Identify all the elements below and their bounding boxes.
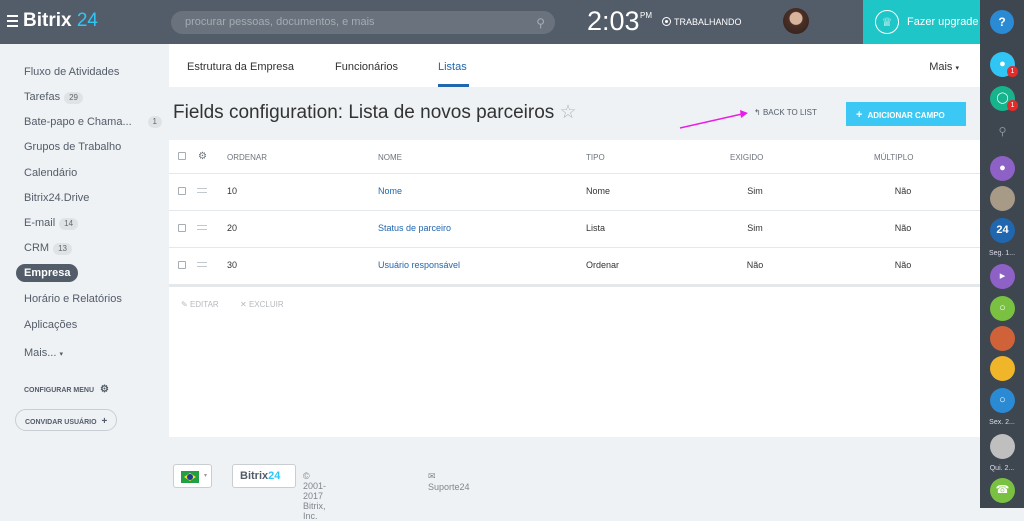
lock-icon[interactable]: ○ bbox=[990, 296, 1015, 321]
search-icon: ⚲ bbox=[536, 16, 545, 30]
chevron-down-icon: ▾ bbox=[955, 65, 959, 72]
contact-avatar[interactable] bbox=[990, 186, 1015, 211]
field-name-link[interactable]: Usuário responsável bbox=[378, 260, 460, 270]
back-icon: ↰ bbox=[754, 108, 761, 117]
invite-users-button[interactable]: CONVIDAR USUÁRIO + bbox=[15, 409, 118, 431]
recent-date: Qui. 2... bbox=[989, 465, 1015, 472]
upgrade-button[interactable]: ♕ Fazer upgrade bbox=[863, 0, 980, 44]
sidebar-item-activity[interactable]: Fluxo de Atividades bbox=[16, 63, 127, 81]
plus-icon: + bbox=[856, 109, 863, 121]
top-header: Bitrix 24 procurar pessoas, documentos, … bbox=[0, 0, 980, 44]
sidebar-item-crm[interactable]: CRM 13 bbox=[16, 239, 80, 257]
row-checkbox[interactable] bbox=[178, 187, 186, 195]
language-selector[interactable]: ▾ bbox=[173, 464, 212, 488]
table-row[interactable]: 20 Status de parceiro Lista Sim Não bbox=[169, 210, 980, 247]
support-link[interactable]: ✉ Suporte24 bbox=[428, 471, 470, 492]
tab-lists[interactable]: Listas bbox=[438, 61, 467, 73]
notification-badge: 1 bbox=[1007, 66, 1018, 77]
bitrix24-badge[interactable]: Bitrix24 bbox=[232, 464, 296, 488]
back-to-list-link[interactable]: ↰ BACK TO LIST bbox=[754, 108, 817, 117]
row-checkbox[interactable] bbox=[178, 261, 186, 269]
chat-icon: ✉ bbox=[428, 471, 436, 481]
sidebar-item-company[interactable]: Empresa bbox=[16, 264, 79, 282]
column-header-type[interactable]: TIPO bbox=[586, 153, 605, 162]
search-input[interactable]: procurar pessoas, documentos, e mais ⚲ bbox=[171, 11, 555, 34]
status-icon bbox=[662, 17, 671, 26]
sidebar-item-more[interactable]: Mais... ▾ bbox=[16, 344, 71, 362]
right-sidebar: ? ● 1 ◯ 1 ⚲ ● 24 Seg. 1... ▸ ○ ○ Sex. 2.… bbox=[980, 0, 1024, 508]
fields-table: ⚙ ORDENAR NOME TIPO EXIGIDO MÚLTIPLO 10 … bbox=[169, 140, 980, 437]
select-all-checkbox[interactable] bbox=[178, 152, 186, 160]
count-badge: 14 bbox=[59, 218, 79, 230]
tab-bar: Estrutura da Empresa Funcionários Listas… bbox=[169, 44, 980, 87]
drag-handle-icon[interactable] bbox=[197, 188, 207, 193]
chevron-down-icon: ▾ bbox=[59, 351, 63, 358]
sidebar-item-calendar[interactable]: Calendário bbox=[16, 164, 85, 182]
configure-menu-button[interactable]: CONFIGURAR MENU ⚙ bbox=[24, 384, 109, 395]
column-header-multiple[interactable]: MÚLTIPLO bbox=[874, 153, 913, 162]
phone-icon[interactable]: ☎ bbox=[990, 478, 1015, 503]
page-title: Fields configuration: Lista de novos par… bbox=[173, 102, 577, 123]
help-button[interactable]: ? bbox=[990, 10, 1014, 34]
copyright-text: © 2001-2017 Bitrix, Inc. bbox=[303, 471, 327, 521]
gear-icon: ⚙ bbox=[99, 384, 109, 395]
field-name-link[interactable]: Status de parceiro bbox=[378, 223, 451, 233]
recent-date: Seg. 1... bbox=[988, 250, 1016, 257]
plus-icon: + bbox=[101, 416, 108, 427]
sidebar-item-time[interactable]: Horário e Relatórios bbox=[16, 290, 130, 308]
add-field-button[interactable]: + ADICIONAR CAMPO bbox=[846, 102, 966, 126]
work-status[interactable]: TRABALHANDO bbox=[662, 17, 742, 27]
more-tabs-button[interactable]: Mais ▾ bbox=[929, 61, 959, 73]
chat-24-icon[interactable]: 24 bbox=[990, 218, 1015, 243]
chevron-down-icon: ▾ bbox=[203, 473, 207, 479]
lock-icon[interactable]: ○ bbox=[990, 388, 1015, 413]
clock: 2:03 bbox=[587, 6, 640, 36]
contact-avatar[interactable] bbox=[990, 356, 1015, 381]
drag-handle-icon[interactable] bbox=[197, 262, 207, 267]
brazil-flag-icon bbox=[181, 471, 199, 483]
sidebar-item-drive[interactable]: Bitrix24.Drive bbox=[16, 189, 97, 207]
sidebar-item-tasks[interactable]: Tarefas 29 bbox=[16, 88, 91, 106]
recent-date: Sex. 2... bbox=[989, 419, 1015, 426]
table-row[interactable]: 10 Nome Nome Sim Não bbox=[169, 173, 980, 210]
column-header-name[interactable]: NOME bbox=[378, 153, 402, 162]
sidebar-item-apps[interactable]: Aplicações bbox=[16, 316, 85, 334]
left-sidebar: Fluxo de Atividades Tarefas 29 Bate-papo … bbox=[0, 44, 169, 508]
settings-gear-icon[interactable]: ⚙ bbox=[198, 151, 207, 162]
crown-icon: ♕ bbox=[875, 10, 899, 34]
open-lines-badge: 1 bbox=[1007, 100, 1018, 111]
active-tab-indicator bbox=[438, 84, 469, 87]
star-icon[interactable]: ☆ bbox=[560, 102, 577, 123]
tab-employees[interactable]: Funcionários bbox=[335, 61, 398, 73]
contact-avatar[interactable] bbox=[990, 434, 1015, 459]
logo[interactable]: Bitrix 24 bbox=[23, 10, 98, 32]
avatar[interactable] bbox=[783, 8, 809, 34]
contact-avatar[interactable]: ● bbox=[990, 156, 1015, 181]
column-header-order[interactable]: ORDENAR bbox=[227, 153, 267, 162]
pencil-icon: ✎ bbox=[181, 300, 188, 309]
contact-avatar[interactable] bbox=[990, 326, 1015, 351]
sidebar-item-workgroups[interactable]: Grupos de Trabalho bbox=[16, 138, 129, 156]
column-header-required[interactable]: EXIGIDO bbox=[730, 153, 763, 162]
sidebar-item-chat[interactable]: Bate-papo e Chama... 1 bbox=[16, 113, 162, 131]
sidebar-item-email[interactable]: E-mail 14 bbox=[16, 214, 86, 232]
count-badge: 1 bbox=[147, 116, 162, 128]
table-row[interactable]: 30 Usuário responsável Ordenar Não Não bbox=[169, 247, 980, 287]
count-badge: 13 bbox=[53, 243, 72, 255]
count-badge: 29 bbox=[64, 92, 83, 104]
tab-company-structure[interactable]: Estrutura da Empresa bbox=[187, 61, 294, 73]
delete-action[interactable]: ✕ EXCLUIR bbox=[240, 300, 284, 309]
ampm: PM bbox=[640, 11, 652, 20]
close-icon: ✕ bbox=[240, 300, 247, 309]
field-name-link[interactable]: Nome bbox=[378, 186, 402, 196]
megaphone-icon[interactable]: ▸ bbox=[990, 264, 1015, 289]
edit-action[interactable]: ✎ EDITAR bbox=[181, 300, 219, 309]
row-checkbox[interactable] bbox=[178, 224, 186, 232]
menu-icon[interactable] bbox=[7, 15, 18, 27]
search-icon[interactable]: ⚲ bbox=[990, 120, 1015, 145]
drag-handle-icon[interactable] bbox=[197, 225, 207, 230]
